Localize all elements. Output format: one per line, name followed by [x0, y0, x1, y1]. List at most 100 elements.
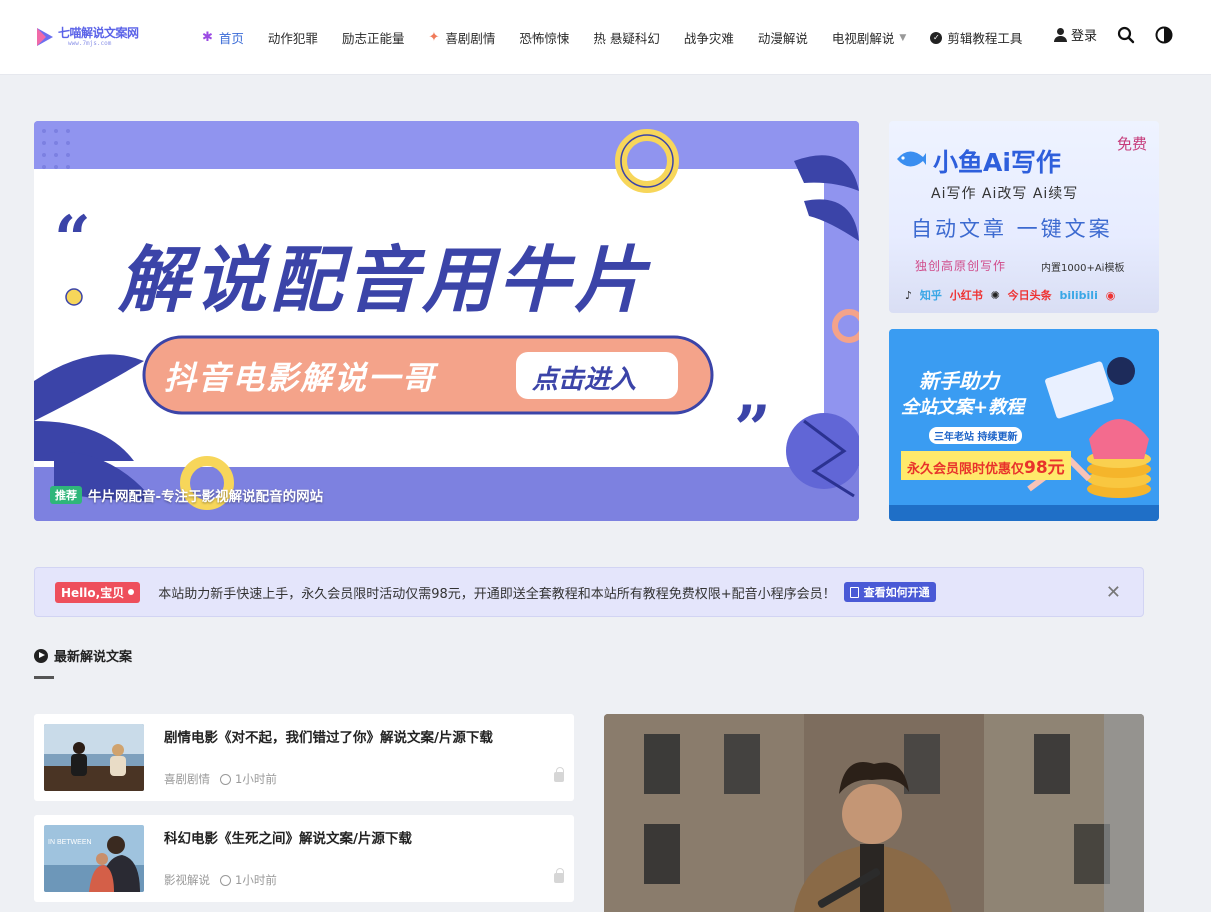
svg-text:“: “	[54, 202, 91, 277]
section-underline	[34, 676, 54, 679]
list-item[interactable]: IN BETWEEN 科幻电影《生死之间》解说文案/片源下载 影视解说 1小时前	[34, 815, 574, 902]
post-meta: 影视解说 1小时前	[164, 872, 277, 888]
nav-item-editing-tools[interactable]: ✓ 剪辑教程工具	[930, 28, 1022, 47]
ad1-features: Ai写作 Ai改写 Ai续写	[931, 186, 1079, 202]
ad1-title: 小鱼Ai写作	[933, 148, 1061, 177]
dot-icon	[128, 589, 135, 595]
hero-title[interactable]: 牛片网配音-专注于影视解说配音的网站	[88, 485, 323, 505]
nav-item-label: 热 悬疑科幻	[593, 31, 660, 46]
logo-text: 七喵解说文案网	[58, 26, 139, 40]
check-circle-icon: ✓	[930, 31, 943, 44]
platform-xiaohongshu: 小红书	[949, 289, 983, 302]
chevron-down-icon: ▼	[899, 32, 907, 43]
notice-text: 本站助力新手快速上手，永久会员限时活动仅需98元，开通即送全套教程和本站所有教程…	[158, 586, 836, 602]
nav-item-action-crime[interactable]: 动作犯罪	[268, 28, 318, 47]
nav-item-inspirational[interactable]: 励志正能量	[342, 28, 405, 47]
ad2-title: 新手助力	[919, 369, 999, 393]
ad2-badge: 三年老站 持续更新	[929, 427, 1023, 444]
ad1-desc: 独创高原创写作	[915, 259, 1007, 273]
post-time: 1小时前	[235, 772, 277, 786]
site-header: 七喵解说文案网 www.7mjs.com ✱ 首页 动作犯罪 励志正能量 ✦ 喜…	[0, 0, 1211, 75]
clock-icon	[220, 773, 231, 785]
nav-item-label: 恐怖惊悚	[519, 31, 570, 46]
login-button[interactable]: 登录	[1053, 25, 1097, 44]
recommend-badge: 推荐	[50, 486, 82, 504]
nav-item-label: 喜剧剧情	[445, 31, 496, 46]
platform-list: ♪ 知乎 小红书 ✺ 今日头条 bilibili ◉	[905, 287, 1119, 303]
nav-item-war-disaster[interactable]: 战争灾难	[684, 28, 734, 47]
svg-text:”: ”	[734, 392, 771, 467]
section-heading: 最新解说文案	[34, 646, 132, 665]
nav-item-label: 动漫解说	[757, 31, 808, 46]
post-meta: 喜剧剧情 1小时前	[164, 771, 277, 787]
thumb-overlay-text: IN BETWEEN	[48, 839, 92, 846]
post-category[interactable]: 影视解说	[164, 872, 210, 888]
nav-item-label: 电视剧解说	[831, 31, 895, 46]
ad-ai-writing[interactable]: 小鱼Ai写作 免费 Ai写作 Ai改写 Ai续写 自动文章 一键文案 独创高原创…	[889, 121, 1159, 313]
ad2-offer: 永久会员限时优惠仅98元	[901, 451, 1071, 480]
search-icon[interactable]	[1117, 26, 1135, 44]
nav-item-label: 战争灾难	[683, 31, 734, 46]
weibo-icon: ◉	[1105, 289, 1116, 302]
nav-item-label: 首页	[218, 31, 244, 46]
sparkle-icon: ✱	[202, 30, 213, 45]
ad1-slogan: 自动文章 一键文案	[911, 217, 1113, 241]
nav-item-horror-thriller[interactable]: 恐怖惊悚	[519, 28, 569, 47]
hero-banner[interactable]: “ ” 解说配音用牛片 抖音电影解说一哥 点击进入 推荐 牛片网配音-专注于影视…	[34, 121, 859, 521]
lock-icon	[554, 767, 564, 782]
nav-item-label: 剪辑教程工具	[947, 31, 1023, 46]
platform-toutiao: 今日头条	[1007, 289, 1052, 302]
ad2-illustration	[889, 329, 1159, 521]
theme-toggle-icon[interactable]	[1155, 26, 1173, 44]
ad2-price: 98元	[1024, 458, 1065, 478]
lock-icon	[554, 868, 564, 883]
nav-item-label: 动作犯罪	[267, 31, 318, 46]
post-category[interactable]: 喜剧剧情	[164, 771, 210, 787]
close-icon[interactable]: ✕	[1106, 582, 1121, 603]
section-title: 最新解说文案	[54, 650, 133, 665]
featured-post-image[interactable]	[604, 714, 1144, 912]
free-badge: 免费	[1116, 135, 1147, 153]
post-title[interactable]: 科幻电影《生死之间》解说文案/片源下载	[164, 827, 412, 847]
spark-icon: ✦	[428, 30, 440, 45]
site-logo[interactable]: 七喵解说文案网 www.7mjs.com	[34, 22, 154, 52]
ad2-subtitle: 全站文案+教程	[901, 397, 1025, 418]
post-time: 1小时前	[235, 873, 277, 887]
logo-subtext: www.7mjs.com	[68, 40, 112, 47]
hero-pill-text: 抖音电影解说一哥	[164, 359, 437, 397]
ad1-templates: 内置1000+Ai模板	[1041, 263, 1125, 274]
hello-badge-label: Hello,宝贝	[61, 585, 125, 600]
nav-item-anime[interactable]: 动漫解说	[758, 28, 808, 47]
platform-zhihu: 知乎	[919, 289, 942, 302]
nav-item-comedy-drama[interactable]: ✦ 喜剧剧情	[428, 28, 495, 47]
ad2-offer-text: 永久会员限时优惠仅	[907, 462, 1025, 477]
platform-bilibili: bilibili	[1059, 289, 1098, 302]
list-item[interactable]: 剧情电影《对不起，我们错过了你》解说文案/片源下载 喜剧剧情 1小时前	[34, 714, 574, 801]
play-circle-icon	[34, 648, 48, 663]
main-nav: ✱ 首页 动作犯罪 励志正能量 ✦ 喜剧剧情 恐怖惊悚 热 悬疑科幻 战争灾难 …	[202, 0, 1046, 75]
nav-item-label: 励志正能量	[341, 31, 405, 46]
hero-headline: 解说配音用牛片	[118, 238, 651, 322]
pinwheel-icon: ✺	[990, 289, 1000, 302]
header-actions: 登录	[1053, 25, 1173, 44]
document-icon	[849, 586, 859, 598]
nav-item-tv-series[interactable]: 电视剧解说 ▼	[832, 28, 906, 47]
nav-item-home[interactable]: ✱ 首页	[202, 28, 244, 47]
featured-photo	[604, 714, 1144, 912]
tiktok-icon: ♪	[905, 289, 913, 302]
post-thumbnail[interactable]: IN BETWEEN	[44, 825, 144, 892]
hero-caption: 推荐 牛片网配音-专注于影视解说配音的网站	[50, 485, 323, 505]
ad-beginner-help[interactable]: 新手助力 全站文案+教程 三年老站 持续更新 永久会员限时优惠仅98元	[889, 329, 1159, 521]
nav-item-suspense-scifi[interactable]: 热 悬疑科幻	[593, 28, 659, 47]
post-title[interactable]: 剧情电影《对不起，我们错过了你》解说文案/片源下载	[164, 726, 493, 746]
how-to-join-button[interactable]: 查看如何开通	[843, 582, 936, 602]
post-thumbnail[interactable]	[44, 724, 144, 791]
user-icon	[1053, 27, 1067, 42]
login-label: 登录	[1070, 29, 1097, 44]
hello-badge: Hello,宝贝	[55, 581, 141, 603]
fish-icon	[897, 151, 926, 167]
notice-bar: Hello,宝贝 本站助力新手快速上手，永久会员限时活动仅需98元，开通即送全套…	[34, 567, 1144, 617]
play-logo-icon	[37, 28, 53, 46]
hero-enter-button[interactable]: 点击进入	[532, 359, 636, 396]
clock-icon	[220, 874, 231, 886]
